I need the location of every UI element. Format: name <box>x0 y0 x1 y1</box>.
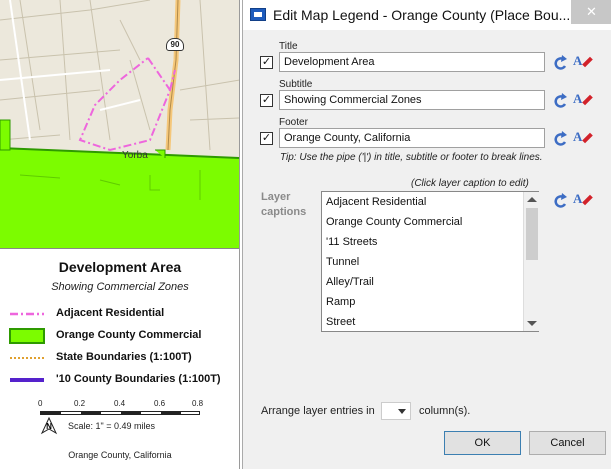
scale-bar: 0 0.2 0.4 0.6 0.8 N Scale: 1" = 0.49 mil… <box>36 399 206 439</box>
subtitle-input[interactable]: Showing Commercial Zones <box>279 90 545 110</box>
list-item[interactable]: Ramp <box>326 296 355 308</box>
undo-icon[interactable] <box>551 130 569 148</box>
legend-entry: Orange County Commercial <box>8 327 236 345</box>
font-edit-icon[interactable]: A <box>573 191 593 209</box>
font-edit-icon[interactable]: A <box>573 53 593 71</box>
legend-entry-label: Orange County Commercial <box>56 329 202 341</box>
dotted-line-icon <box>10 357 44 359</box>
subtitle-field-label: Subtitle <box>279 79 313 90</box>
scale-tick: 0.4 <box>114 399 126 408</box>
cancel-button[interactable]: Cancel <box>529 431 606 455</box>
legend-entry: State Boundaries (1:100T) <box>8 349 236 367</box>
subtitle-checkbox[interactable]: ✓ <box>260 94 273 107</box>
undo-icon[interactable] <box>551 54 569 72</box>
legend-entry-label: Adjacent Residential <box>56 307 165 319</box>
columns-select[interactable] <box>381 402 411 420</box>
list-item[interactable]: '11 Streets <box>326 236 377 248</box>
arrange-suffix-label: column(s). <box>419 405 471 417</box>
footer-field-label: Footer <box>279 117 308 128</box>
highway-shield: 90 <box>166 38 184 51</box>
list-item[interactable]: Adjacent Residential <box>326 196 426 208</box>
legend-entry-label: State Boundaries (1:100T) <box>56 351 192 363</box>
list-item[interactable]: Alley/Trail <box>326 276 374 288</box>
fill-box-icon <box>9 328 45 344</box>
list-item[interactable]: Street <box>326 316 355 328</box>
edit-map-legend-dialog: Edit Map Legend - Orange County (Place B… <box>242 0 611 469</box>
layer-captions-label: Layer captions <box>261 191 307 218</box>
layer-hint: (Click layer caption to edit) <box>411 178 529 189</box>
layer-captions-list[interactable]: Adjacent Residential Orange County Comme… <box>321 191 539 332</box>
dash-dot-line-icon <box>10 312 44 316</box>
app-icon <box>250 8 266 21</box>
list-scrollbar[interactable] <box>523 192 539 331</box>
map-place-label: Yorba <box>122 150 148 161</box>
dialog-title: Edit Map Legend - Orange County (Place B… <box>273 7 571 23</box>
undo-icon[interactable] <box>551 192 569 210</box>
map-canvas <box>0 0 239 248</box>
legend-entry-label: '10 County Boundaries (1:100T) <box>56 373 221 385</box>
list-item[interactable]: Tunnel <box>326 256 359 268</box>
close-icon[interactable]: ✕ <box>571 0 611 24</box>
legend-entry: Adjacent Residential <box>8 305 236 323</box>
title-bar[interactable]: Edit Map Legend - Orange County (Place B… <box>243 0 611 30</box>
tip-text: Tip: Use the pipe ('|') in title, subtit… <box>280 152 543 163</box>
scale-tick: 0.8 <box>192 399 204 408</box>
title-checkbox[interactable]: ✓ <box>260 56 273 69</box>
north-label: N <box>46 422 52 431</box>
font-edit-icon[interactable]: A <box>573 129 593 147</box>
ok-button[interactable]: OK <box>444 431 521 455</box>
scale-text: Scale: 1" = 0.49 miles <box>68 421 155 431</box>
map-legend[interactable]: Development Area Showing Commercial Zone… <box>0 248 239 469</box>
undo-icon[interactable] <box>551 92 569 110</box>
font-edit-icon[interactable]: A <box>573 91 593 109</box>
footer-checkbox[interactable]: ✓ <box>260 132 273 145</box>
scale-tick: 0 <box>38 399 43 408</box>
scale-tick: 0.2 <box>74 399 86 408</box>
title-input[interactable]: Development Area <box>279 52 545 72</box>
legend-subtitle: Showing Commercial Zones <box>51 281 189 293</box>
footer-input[interactable]: Orange County, California <box>279 128 545 148</box>
scroll-up-icon[interactable] <box>527 197 537 202</box>
map-view[interactable]: Yorba 90 Development Area Showing Commer… <box>0 0 240 469</box>
title-field-label: Title <box>279 41 298 52</box>
list-item[interactable]: Orange County Commercial <box>326 216 462 228</box>
scroll-down-icon[interactable] <box>527 321 537 326</box>
legend-title: Development Area <box>58 259 182 275</box>
thick-line-icon <box>10 378 44 382</box>
legend-footer: Orange County, California <box>68 450 172 460</box>
legend-entry: '10 County Boundaries (1:100T) <box>8 371 236 389</box>
scroll-thumb[interactable] <box>526 208 538 260</box>
scale-tick: 0.6 <box>154 399 166 408</box>
scale-bar-graphic <box>40 411 200 415</box>
arrange-prefix-label: Arrange layer entries in <box>261 405 375 417</box>
